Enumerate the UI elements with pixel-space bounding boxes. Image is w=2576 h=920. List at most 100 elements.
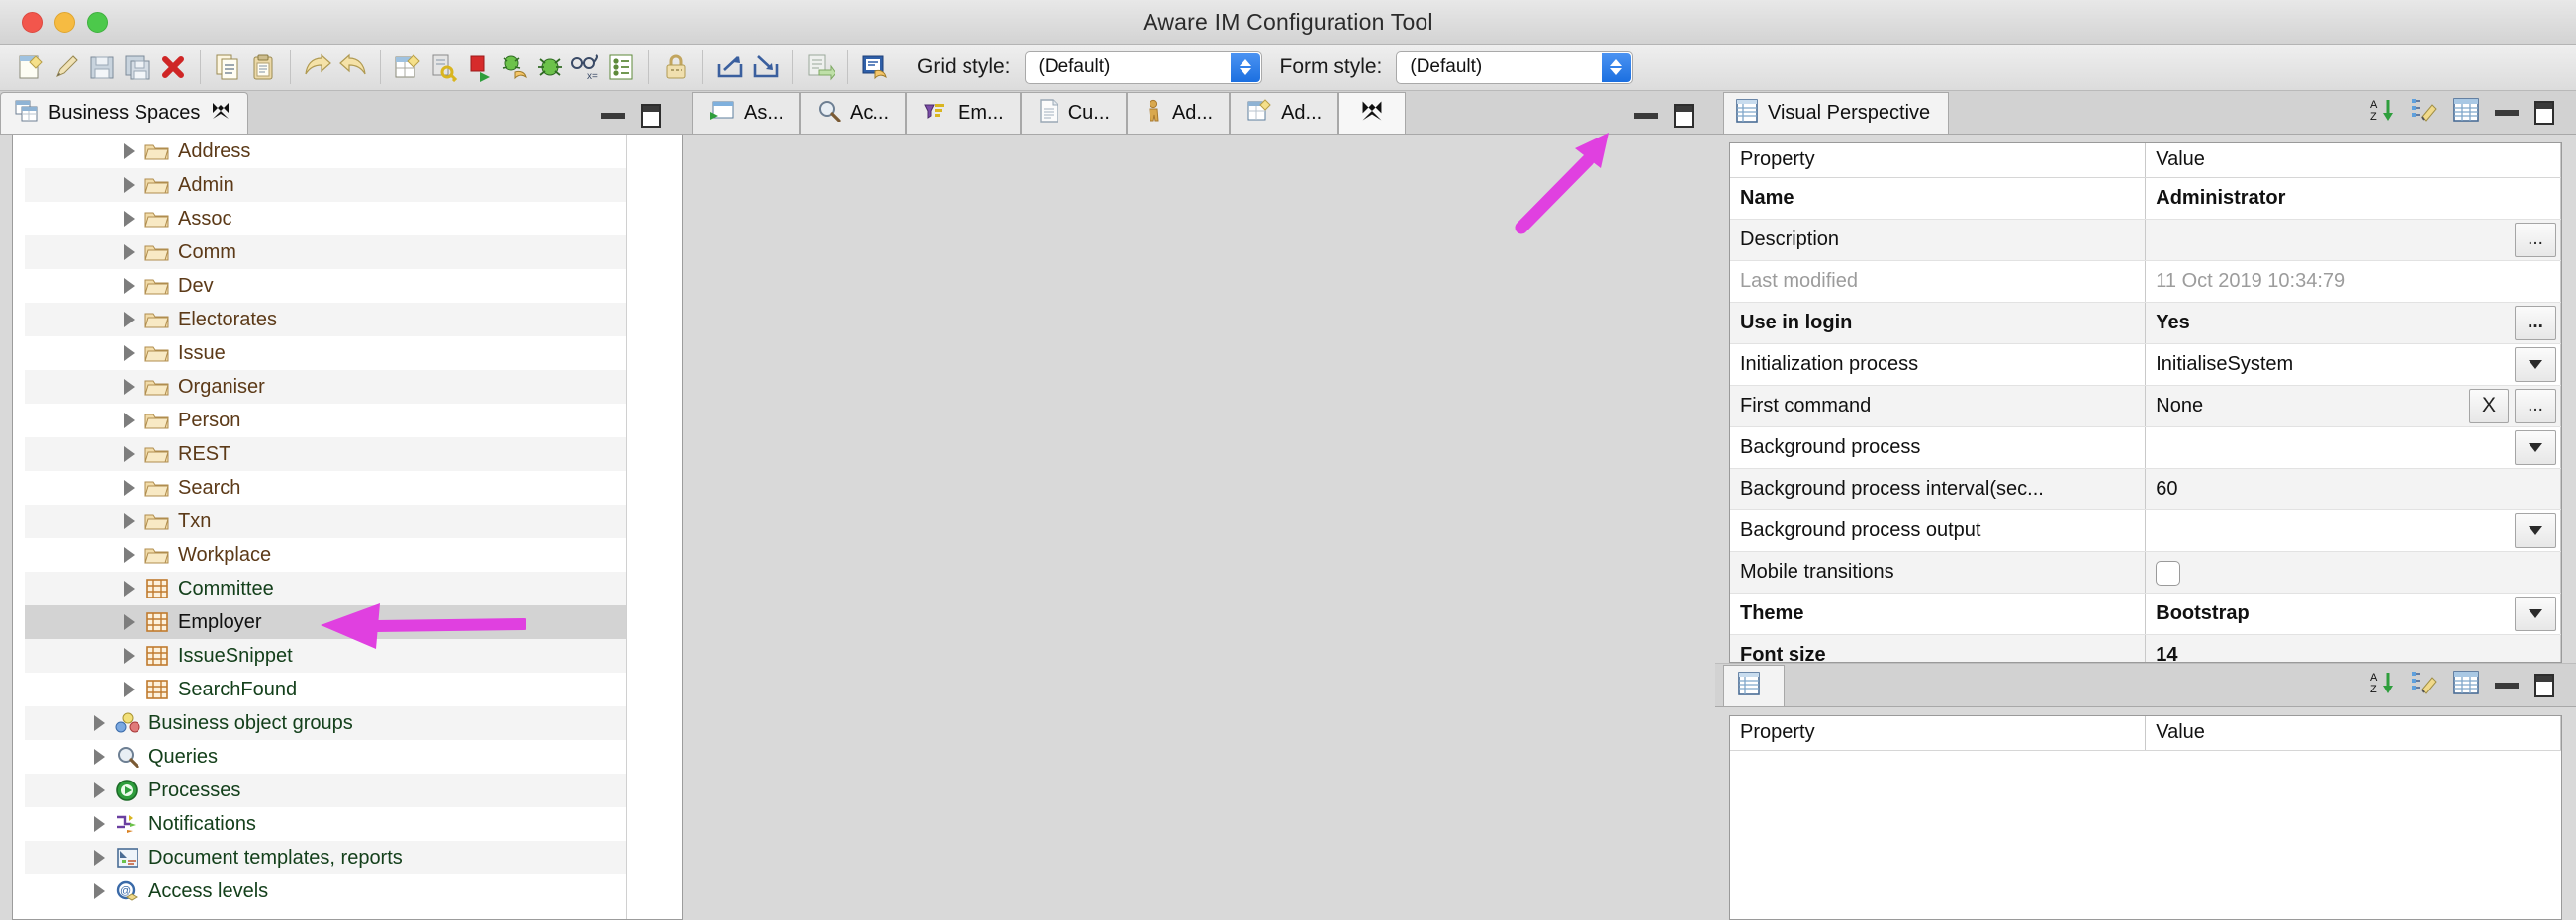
tree-item-workplace[interactable]: Workplace	[13, 538, 626, 572]
property-row[interactable]: Description...	[1730, 219, 2561, 261]
visual-perspective-column-header-1[interactable]: Property	[1730, 143, 2147, 178]
lock-icon[interactable]	[658, 49, 693, 85]
spectacles-rules-icon[interactable]: x=	[568, 49, 603, 85]
chevron-updown-icon[interactable]	[1230, 52, 1260, 82]
editor-close-tab-button[interactable]	[1338, 92, 1407, 134]
sort-az-icon[interactable]: AZ	[2370, 670, 2396, 700]
query-tool-icon[interactable]	[857, 49, 892, 85]
table-icon[interactable]	[2453, 98, 2479, 127]
property-value-cell[interactable]: Bootstrap	[2145, 593, 2561, 635]
tree-item-issue[interactable]: Issue	[13, 336, 626, 370]
chevron-down-icon[interactable]	[2515, 596, 2556, 631]
export-icon[interactable]	[712, 49, 748, 85]
property-row[interactable]: Theme Bootstrap	[1730, 593, 2561, 635]
tree-left-gutter[interactable]	[13, 135, 25, 919]
expand-triangle-icon[interactable]	[124, 345, 135, 361]
expand-triangle-icon[interactable]	[94, 715, 105, 731]
tree-item-address[interactable]: Address	[13, 135, 626, 168]
expand-triangle-icon[interactable]	[124, 413, 135, 428]
filter-edit-icon[interactable]	[2412, 670, 2438, 700]
property-value-cell[interactable]	[2145, 509, 2561, 552]
expand-triangle-icon[interactable]	[124, 614, 135, 630]
tree-item-txn[interactable]: Txn	[13, 505, 626, 538]
property-row[interactable]: Background process output	[1730, 509, 2561, 552]
tree-item-business-object-groups[interactable]: Business object groups	[13, 706, 626, 740]
redo-arrow-icon[interactable]	[335, 49, 371, 85]
tree-item-document-templates-reports[interactable]: Document templates, reports	[13, 841, 626, 874]
chevron-down-icon[interactable]	[2515, 512, 2556, 548]
property-value-cell[interactable]: 14	[2145, 634, 2561, 662]
business-spaces-tree[interactable]: Address Admin Assoc Comm Dev Electorates Issue…	[13, 135, 626, 919]
save-icon[interactable]	[84, 49, 120, 85]
tree-item-dev[interactable]: Dev	[13, 269, 626, 303]
minimize-icon[interactable]	[1634, 113, 1658, 119]
new-perspective-icon[interactable]	[390, 49, 425, 85]
editor-tab-4[interactable]: Cu...	[1020, 92, 1127, 134]
tab-business-spaces[interactable]: Business Spaces	[0, 92, 249, 134]
form-style-select[interactable]: (Default)	[1396, 50, 1634, 84]
expand-triangle-icon[interactable]	[124, 211, 135, 227]
tree-item-committee[interactable]: Committee	[13, 572, 626, 605]
property-row[interactable]: Background process interval(sec... 60	[1730, 468, 2561, 510]
undo-arrow-icon[interactable]	[300, 49, 335, 85]
expand-triangle-icon[interactable]	[124, 446, 135, 462]
tree-item-comm[interactable]: Comm	[13, 235, 626, 269]
expand-triangle-icon[interactable]	[124, 278, 135, 294]
tree-item-assoc[interactable]: Assoc	[13, 202, 626, 235]
expand-triangle-icon[interactable]	[124, 312, 135, 327]
stop-run-icon[interactable]	[461, 49, 497, 85]
tree-item-notifications[interactable]: Notifications	[13, 807, 626, 841]
expand-triangle-icon[interactable]	[124, 143, 135, 159]
editor-tab-5[interactable]: Ad...	[1126, 92, 1231, 134]
property-value-cell[interactable]: InitialiseSystem	[2145, 343, 2561, 386]
chevron-down-icon[interactable]	[2515, 429, 2556, 465]
tree-item-access-levels[interactable]: @ Access levels	[13, 874, 626, 908]
tree-item-search[interactable]: Search	[13, 471, 626, 505]
ellipsis-button[interactable]: ...	[2515, 305, 2556, 340]
editor-tab-6[interactable]: Ad...	[1230, 92, 1339, 134]
chevron-updown-icon[interactable]	[1602, 52, 1632, 82]
tree-item-queries[interactable]: Queries	[13, 740, 626, 774]
import-icon[interactable]	[748, 49, 783, 85]
filter-edit-icon[interactable]	[2412, 97, 2438, 128]
paste-clipboard-icon[interactable]	[245, 49, 281, 85]
expand-triangle-icon[interactable]	[124, 513, 135, 529]
bottom-properties-column-header-1[interactable]: Property	[1730, 716, 2147, 751]
expand-triangle-icon[interactable]	[124, 547, 135, 563]
tree-item-issuesnippet[interactable]: IssueSnippet	[13, 639, 626, 673]
expand-triangle-icon[interactable]	[94, 816, 105, 832]
maximize-icon[interactable]	[2534, 673, 2554, 697]
tree-item-electorates[interactable]: Electorates	[13, 303, 626, 336]
tree-item-rest[interactable]: REST	[13, 437, 626, 471]
property-row[interactable]: Background process	[1730, 426, 2561, 469]
ellipsis-button[interactable]: ...	[2515, 388, 2556, 423]
new-icon[interactable]	[13, 49, 48, 85]
documentation-icon[interactable]	[802, 49, 838, 85]
bug-icon[interactable]	[532, 49, 568, 85]
tree-item-admin[interactable]: Admin	[13, 168, 626, 202]
bottom-properties-column-header-2[interactable]: Value	[2145, 716, 2561, 751]
property-value-cell[interactable]: Yes...	[2145, 302, 2561, 344]
expand-triangle-icon[interactable]	[124, 648, 135, 664]
property-value-cell[interactable]: 11 Oct 2019 10:34:79	[2145, 260, 2561, 303]
chevron-down-icon[interactable]	[2515, 346, 2556, 382]
expand-triangle-icon[interactable]	[124, 480, 135, 496]
expand-triangle-icon[interactable]	[94, 850, 105, 866]
edit-pencil-icon[interactable]	[48, 49, 84, 85]
debug-bug-run-icon[interactable]	[497, 49, 532, 85]
mobile-transitions-checkbox[interactable]	[2156, 561, 2181, 586]
property-row[interactable]: Mobile transitions	[1730, 551, 2561, 594]
table-icon[interactable]	[2453, 671, 2479, 699]
property-row[interactable]: First command None X...	[1730, 385, 2561, 427]
maximize-icon[interactable]	[1674, 104, 1694, 128]
clear-x-button[interactable]: X	[2469, 388, 2509, 423]
copy-icon[interactable]	[210, 49, 245, 85]
close-x-icon[interactable]	[1359, 98, 1385, 130]
tree-item-organiser[interactable]: Organiser	[13, 370, 626, 404]
minimize-icon[interactable]	[2495, 682, 2519, 689]
property-value-cell[interactable]: 60	[2145, 468, 2561, 510]
property-row[interactable]: Last modified 11 Oct 2019 10:34:79	[1730, 260, 2561, 303]
grid-style-select[interactable]: (Default)	[1024, 50, 1262, 84]
tree-item-person[interactable]: Person	[13, 404, 626, 437]
maximize-icon[interactable]	[641, 104, 661, 128]
